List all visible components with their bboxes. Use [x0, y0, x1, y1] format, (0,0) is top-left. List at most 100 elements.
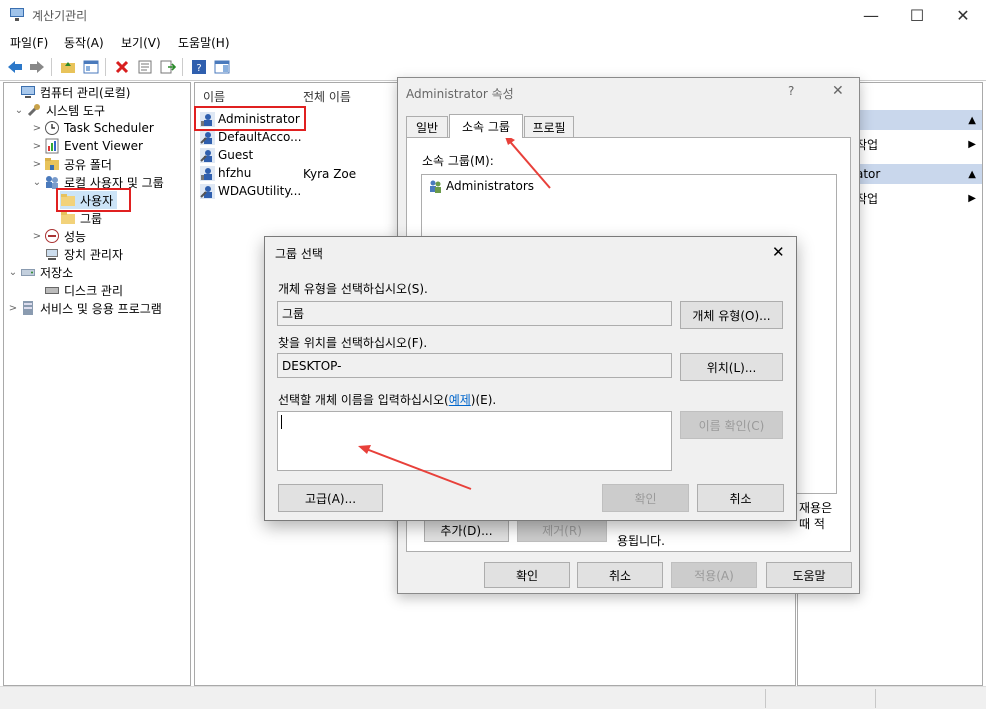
properties-icon[interactable] — [135, 57, 155, 77]
note-line: 용됩니다. — [617, 534, 665, 548]
maximize-button[interactable]: ☐ — [894, 0, 940, 30]
list-item-full-name: Kyra Zoe — [303, 167, 357, 181]
tree-item-disk-management[interactable]: 디스크 관리 — [44, 281, 123, 299]
collapse-icon[interactable]: ▲ — [968, 115, 976, 126]
advanced-button[interactable]: 고급(A)... — [278, 484, 383, 512]
select-cancel-button[interactable]: 취소 — [697, 484, 784, 512]
user-icon — [200, 183, 215, 199]
tab-general[interactable]: 일반 — [406, 116, 448, 138]
tree-item-device-manager[interactable]: 장치 관리자 — [44, 245, 123, 263]
user-icon — [200, 165, 215, 181]
tree-item-performance[interactable]: > 성능 — [30, 227, 86, 245]
ok-button[interactable]: 확인 — [484, 562, 570, 588]
add-button[interactable]: 추가(D)... — [424, 518, 509, 542]
cancel-button[interactable]: 취소 — [577, 562, 663, 588]
tab-member-of[interactable]: 소속 그룹 — [449, 114, 523, 138]
tab-profile[interactable]: 프로필 — [524, 116, 574, 138]
delete-icon[interactable] — [112, 57, 132, 77]
examples-link[interactable]: 예제 — [449, 393, 471, 407]
arrow-right-icon: ▶ — [968, 138, 976, 150]
help-icon[interactable]: ? — [189, 57, 209, 77]
menu-action[interactable]: 동작(A) — [64, 34, 104, 51]
status-separator — [875, 689, 876, 708]
tree-expander[interactable]: ⌄ — [30, 177, 44, 188]
tree-item-system-tools[interactable]: ⌄ 시스템 도구 — [12, 101, 105, 119]
disk-icon — [45, 287, 59, 294]
highlight-box — [194, 106, 306, 131]
computer-icon — [21, 86, 35, 98]
tree-pane: 컴퓨터 관리(로컬) ⌄ 시스템 도구 > Task Scheduler > E… — [3, 82, 191, 686]
tree-expander[interactable]: > — [30, 231, 44, 242]
svg-text:?: ? — [196, 63, 201, 74]
menu-help[interactable]: 도움말(H) — [178, 34, 230, 51]
menu-file[interactable]: 파일(F) — [10, 34, 48, 51]
toolbar-separator — [182, 58, 183, 76]
note-text: 재용은 때 적 — [799, 500, 832, 532]
tree-item-label: 성능 — [64, 229, 87, 244]
enter-names-label: 선택할 개체 이름을 입력하십시오(예제)(E). — [278, 391, 496, 408]
note-line: 재용은 — [799, 501, 833, 515]
tree-item-storage[interactable]: ⌄ 저장소 — [6, 263, 73, 281]
tree-expander[interactable]: > — [30, 141, 44, 152]
highlight-box — [56, 188, 131, 212]
help-dialog-button[interactable]: 도움말 — [766, 562, 852, 588]
back-icon[interactable] — [5, 57, 25, 77]
enter-names-label-suffix: )(E). — [470, 393, 497, 407]
tree-item-label: 서비스 및 응용 프로그램 — [40, 301, 162, 316]
column-header-name[interactable]: 이름 — [203, 88, 225, 105]
remove-button[interactable]: 제거(R) — [517, 518, 607, 542]
dialog-close-button[interactable]: ✕ — [832, 83, 844, 99]
tree-expander[interactable]: > — [30, 159, 44, 170]
list-item-name: Guest — [218, 148, 254, 162]
select-ok-button[interactable]: 확인 — [602, 484, 689, 512]
export-icon[interactable] — [158, 57, 178, 77]
close-button[interactable]: ✕ — [940, 0, 986, 30]
tree-item-services-apps[interactable]: > 서비스 및 응용 프로그램 — [6, 299, 162, 317]
dialog-close-button[interactable]: ✕ — [772, 243, 785, 261]
collapse-icon[interactable]: ▲ — [968, 169, 976, 180]
tree-item-computer-management[interactable]: 컴퓨터 관리(로컬) — [6, 83, 130, 101]
check-names-button[interactable]: 이름 확인(C) — [680, 411, 783, 439]
select-group-dialog: 그룹 선택 ✕ 개체 유형을 선택하십시오(S). 그룹 개체 유형(O)...… — [264, 236, 797, 521]
tree-expander[interactable]: ⌄ — [12, 105, 26, 116]
list-item[interactable]: Guest — [200, 146, 253, 164]
tree-item-label: Event Viewer — [64, 139, 143, 153]
column-header-full-name[interactable]: 전체 이름 — [303, 88, 351, 105]
tree-expander[interactable]: > — [30, 123, 44, 134]
enter-names-label-text: 선택할 개체 이름을 입력하십시오( — [278, 393, 449, 407]
tree-item-label: 시스템 도구 — [46, 103, 106, 118]
object-type-field: 그룹 — [277, 301, 672, 326]
tree-item-event-viewer[interactable]: > Event Viewer — [30, 137, 143, 155]
group-icon — [430, 180, 441, 193]
list-item[interactable]: hfzhu — [200, 164, 251, 182]
storage-icon — [21, 269, 35, 276]
user-icon — [200, 147, 215, 163]
apply-button[interactable]: 적용(A) — [671, 562, 757, 588]
locations-button[interactable]: 위치(L)... — [680, 353, 783, 381]
object-names-input[interactable] — [277, 411, 672, 471]
show-hide-tree-icon[interactable] — [81, 57, 101, 77]
app-icon — [10, 8, 24, 21]
clock-icon — [45, 121, 59, 135]
note-line: 때 적 — [799, 517, 825, 531]
forward-icon[interactable] — [27, 57, 47, 77]
minimize-button[interactable]: — — [848, 0, 894, 30]
status-bar — [0, 686, 986, 709]
up-folder-icon[interactable] — [58, 57, 78, 77]
services-icon — [23, 301, 33, 315]
show-action-pane-icon[interactable] — [212, 57, 232, 77]
tree-item-shared-folders[interactable]: > 공유 폴더 — [30, 155, 112, 173]
event-viewer-icon — [45, 138, 59, 154]
object-types-button[interactable]: 개체 유형(O)... — [680, 301, 783, 329]
help-button[interactable]: ? — [788, 84, 794, 98]
text-cursor — [281, 415, 282, 429]
list-item[interactable]: WDAGUtility... — [200, 182, 301, 200]
object-type-label: 개체 유형을 선택하십시오(S). — [278, 282, 428, 296]
list-item[interactable]: Administrators — [428, 177, 534, 195]
tree-expander[interactable]: > — [6, 303, 20, 314]
menu-view[interactable]: 보기(V) — [121, 34, 161, 51]
tree-item-task-scheduler[interactable]: > Task Scheduler — [30, 119, 154, 137]
status-separator — [765, 689, 766, 708]
tree-expander[interactable]: ⌄ — [6, 267, 20, 278]
location-field: DESKTOP- — [277, 353, 672, 378]
